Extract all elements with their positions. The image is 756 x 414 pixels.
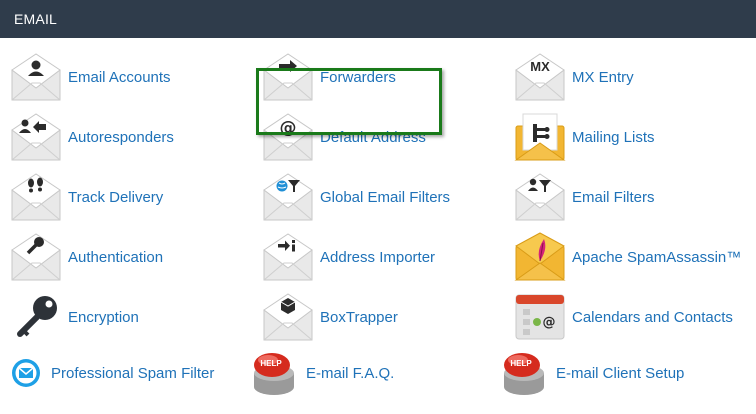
panel-header: EMAIL xyxy=(0,0,756,38)
mx-entry-label: MX Entry xyxy=(572,68,634,86)
svg-text:HELP: HELP xyxy=(260,359,282,368)
envelope-box-icon xyxy=(262,291,314,343)
encryption-label: Encryption xyxy=(68,308,139,326)
professional-spam-filter-label: Professional Spam Filter xyxy=(51,364,215,382)
spam-filter-shield-icon xyxy=(10,347,50,399)
authentication-link[interactable]: Authentication xyxy=(10,231,163,283)
envelope-list-icon xyxy=(514,111,566,163)
address-importer-label: Address Importer xyxy=(320,248,436,266)
envelope-mx-icon: MX xyxy=(514,51,566,103)
calendars-contacts-link[interactable]: @ Calendars and Contacts xyxy=(514,291,733,343)
email-client-setup-link[interactable]: HELP E-mail Client Setup xyxy=(498,347,684,399)
email-accounts-link[interactable]: Email Accounts xyxy=(10,51,171,103)
envelope-reply-person-icon xyxy=(10,111,62,163)
authentication-label: Authentication xyxy=(68,248,164,266)
envelope-footprints-icon xyxy=(10,171,62,223)
calendar-contacts-icon: @ xyxy=(514,291,566,343)
svg-text:@: @ xyxy=(543,315,556,330)
mx-entry-link[interactable]: MX MX Entry xyxy=(514,51,634,103)
envelope-globe-filter-icon xyxy=(262,171,314,223)
envelope-key-icon xyxy=(10,231,62,283)
address-importer-link[interactable]: Address Importer xyxy=(262,231,435,283)
email-accounts-label: Email Accounts xyxy=(68,68,171,86)
autoresponders-label: Autoresponders xyxy=(68,128,174,146)
track-delivery-label: Track Delivery xyxy=(68,188,164,206)
track-delivery-link[interactable]: Track Delivery xyxy=(10,171,163,223)
email-filters-label: Email Filters xyxy=(572,188,655,206)
section-title: EMAIL xyxy=(14,11,58,27)
svg-text:HELP: HELP xyxy=(510,359,532,368)
boxtrapper-label: BoxTrapper xyxy=(320,308,398,326)
encryption-link[interactable]: Encryption xyxy=(10,291,139,343)
envelope-import-icon xyxy=(262,231,314,283)
calendars-contacts-label: Calendars and Contacts xyxy=(572,308,733,326)
envelope-feather-icon xyxy=(514,231,566,283)
autoresponders-link[interactable]: Autoresponders xyxy=(10,111,174,163)
email-filters-link[interactable]: Email Filters xyxy=(514,171,655,223)
mailing-lists-label: Mailing Lists xyxy=(572,128,655,146)
highlight-frame xyxy=(256,68,442,135)
global-email-filters-link[interactable]: Global Email Filters xyxy=(262,171,450,223)
envelope-person-filter-icon xyxy=(514,171,566,223)
envelope-person-icon xyxy=(10,51,62,103)
apache-spamassassin-label: Apache SpamAssassin™ xyxy=(572,248,742,266)
boxtrapper-link[interactable]: BoxTrapper xyxy=(262,291,398,343)
global-email-filters-label: Global Email Filters xyxy=(320,188,451,206)
mx-badge-text: MX xyxy=(530,59,550,74)
email-client-setup-label: E-mail Client Setup xyxy=(556,364,685,382)
mailing-lists-link[interactable]: Mailing Lists xyxy=(514,111,655,163)
apache-spamassassin-link[interactable]: Apache SpamAssassin™ xyxy=(514,231,741,283)
professional-spam-filter-link[interactable]: Professional Spam Filter xyxy=(10,347,214,399)
email-faq-link[interactable]: HELP E-mail F.A.Q. xyxy=(248,347,394,399)
help-button-icon: HELP xyxy=(248,347,300,399)
key-icon xyxy=(10,291,62,343)
help-button-icon: HELP xyxy=(498,347,550,399)
email-faq-label: E-mail F.A.Q. xyxy=(306,364,395,382)
